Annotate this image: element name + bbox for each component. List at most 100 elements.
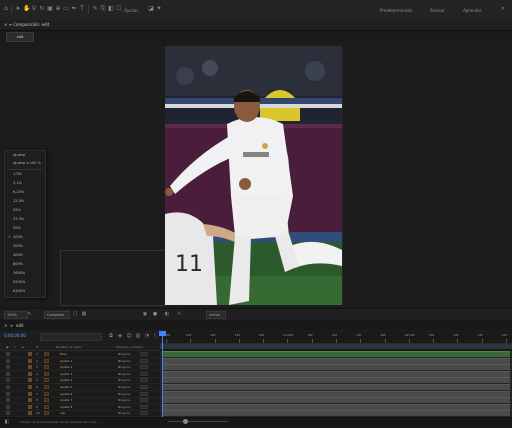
visibility-icon[interactable]	[6, 398, 10, 403]
zoom-select[interactable]: 100%	[4, 311, 28, 319]
menu-item-zoom[interactable]: 1,5%	[13, 172, 22, 176]
layer-duration-bar[interactable]	[162, 357, 510, 364]
chevron-down-icon[interactable]	[140, 385, 148, 389]
overflow-icon[interactable]: »	[500, 6, 506, 12]
roto-tool-icon[interactable]: ◪	[148, 6, 154, 12]
chevron-down-icon[interactable]	[140, 365, 148, 370]
composition-flow-button[interactable]: edit	[6, 32, 34, 42]
layer-duration-bar[interactable]	[162, 403, 510, 410]
brush-tool-icon[interactable]: ✎	[92, 6, 98, 12]
layer-duration-bar[interactable]	[162, 390, 510, 397]
label-color-swatch[interactable]	[28, 411, 32, 416]
visibility-icon[interactable]	[6, 365, 10, 370]
column-parent[interactable]: Primario y vínculo	[116, 345, 143, 349]
motion-blur-icon[interactable]: ◔	[144, 333, 150, 339]
exposure-icon[interactable]: ☼	[176, 311, 182, 317]
layer-name[interactable]: Ajuste 8	[60, 405, 72, 409]
label-color-swatch[interactable]	[28, 385, 32, 389]
time-ruler[interactable]: 0;00f05f10f15f20f01;00f05f10f15f20f02;00…	[160, 331, 512, 344]
parent-select[interactable]: Ninguno	[118, 405, 131, 409]
parent-select[interactable]: Ninguno	[118, 398, 131, 402]
layer-duration-bar[interactable]	[162, 351, 510, 357]
label-color-swatch[interactable]	[28, 398, 32, 403]
region-of-interest-icon[interactable]: ▢	[72, 311, 78, 317]
camera-snapshot-icon[interactable]: ◉	[142, 311, 148, 317]
timeline-zoom-knob[interactable]	[183, 419, 188, 424]
layer-name[interactable]: flare	[60, 352, 67, 356]
chevron-down-icon[interactable]	[140, 391, 148, 396]
visibility-icon[interactable]	[6, 385, 10, 389]
timeline-zoom-slider[interactable]	[168, 421, 228, 422]
puppet-tool-icon[interactable]: ✦	[156, 6, 162, 12]
label-color-swatch[interactable]	[28, 352, 32, 356]
parent-select[interactable]: Ninguno	[118, 411, 131, 415]
menu-item-zoom[interactable]: 3,1%	[13, 181, 22, 185]
playhead-line[interactable]	[162, 331, 163, 417]
frame-blending-icon[interactable]: ▥	[135, 333, 141, 339]
color-management-icon[interactable]: ◐	[164, 311, 170, 317]
menu-item-zoom[interactable]: 6400%	[13, 289, 25, 293]
layer-duration-bar[interactable]	[162, 397, 510, 404]
draft-3d-icon[interactable]: ◈	[117, 333, 123, 339]
shy-icon[interactable]: ☺	[126, 333, 132, 339]
layer-name[interactable]: Ajuste 7	[60, 398, 72, 402]
visibility-icon[interactable]	[6, 391, 10, 396]
comp-flowchart-icon[interactable]: ⧉	[108, 333, 114, 339]
menu-item-zoom[interactable]: 33,3%	[13, 217, 24, 221]
eraser-tool-icon[interactable]: ◧	[108, 6, 114, 12]
menu-item-zoom[interactable]: 25%	[13, 208, 21, 212]
home-icon[interactable]: ⌂	[3, 6, 9, 12]
rotate-tool-icon[interactable]: ↻	[39, 6, 45, 12]
workspace-default[interactable]: Predeterminado	[380, 8, 412, 13]
menu-item-fit[interactable]: Ajustar	[13, 153, 25, 157]
hand-tool-icon[interactable]: ✋	[23, 6, 30, 12]
resolution-select[interactable]: Completa	[44, 311, 70, 319]
layer-duration-bar[interactable]	[162, 410, 510, 417]
chevron-down-icon[interactable]	[140, 411, 148, 416]
menu-item-zoom[interactable]: 400%	[13, 253, 23, 257]
layer-duration-bar[interactable]	[162, 370, 510, 377]
visibility-icon[interactable]	[6, 371, 10, 376]
label-color-swatch[interactable]	[28, 365, 32, 370]
timecode-display[interactable]: 0;00;00;00	[4, 333, 26, 338]
parent-select[interactable]: Ninguno	[118, 352, 131, 356]
menu-icon[interactable]: ≡	[10, 323, 13, 328]
workspace-review[interactable]: Revisar	[430, 8, 445, 13]
render-icon[interactable]: ◧	[4, 419, 10, 425]
show-channel-icon[interactable]: ●	[152, 311, 158, 317]
chevron-down-icon[interactable]	[140, 404, 148, 409]
chevron-down-icon[interactable]	[140, 398, 148, 403]
layer-name[interactable]: Ajuste 2	[60, 365, 72, 369]
parent-select[interactable]: Ninguno	[118, 392, 131, 396]
timeline-tracks[interactable]	[160, 351, 512, 417]
layer-name[interactable]: Ajuste 4	[60, 378, 72, 382]
pen-tool-icon[interactable]: ✒	[71, 6, 77, 12]
rectangle-tool-icon[interactable]: ▭	[63, 6, 69, 12]
chevron-down-icon[interactable]	[140, 352, 148, 356]
composition-tab[interactable]: × ≡ Composición: edit	[4, 22, 49, 27]
visibility-icon[interactable]	[6, 404, 10, 409]
graph-editor-icon[interactable]: ⌇	[152, 333, 158, 339]
zoom-tool-icon[interactable]: ⚲	[31, 6, 37, 12]
menu-item-zoom[interactable]: 12,5%	[13, 199, 24, 203]
layer-duration-bar[interactable]	[162, 364, 510, 371]
chevron-down-icon[interactable]	[140, 358, 148, 363]
parent-select[interactable]: Ninguno	[118, 359, 131, 363]
layer-duration-bar[interactable]	[162, 377, 510, 384]
layer-name[interactable]: clip	[60, 411, 65, 415]
menu-item-fit-up-to-100[interactable]: Ajustar a 100 %	[13, 161, 41, 165]
text-tool-icon[interactable]: T	[79, 6, 85, 12]
parent-select[interactable]: Ninguno	[118, 385, 131, 389]
layer-name[interactable]: Ajuste 3	[60, 372, 72, 376]
menu-item-zoom[interactable]: 3200%	[13, 280, 25, 284]
work-area-bar[interactable]	[160, 344, 512, 349]
visibility-icon[interactable]	[6, 358, 10, 363]
layer-name[interactable]: Ajuste 1	[60, 359, 72, 363]
menu-item-zoom[interactable]: 6,25%	[13, 190, 24, 194]
transparency-grid-icon[interactable]: ▦	[81, 311, 87, 317]
label-color-swatch[interactable]	[28, 358, 32, 363]
label-color-swatch[interactable]	[28, 371, 32, 376]
snap-checkbox-icon[interactable]: ☐	[116, 6, 122, 12]
view-select[interactable]: Activa	[206, 311, 226, 319]
chevron-down-icon[interactable]	[140, 371, 148, 376]
